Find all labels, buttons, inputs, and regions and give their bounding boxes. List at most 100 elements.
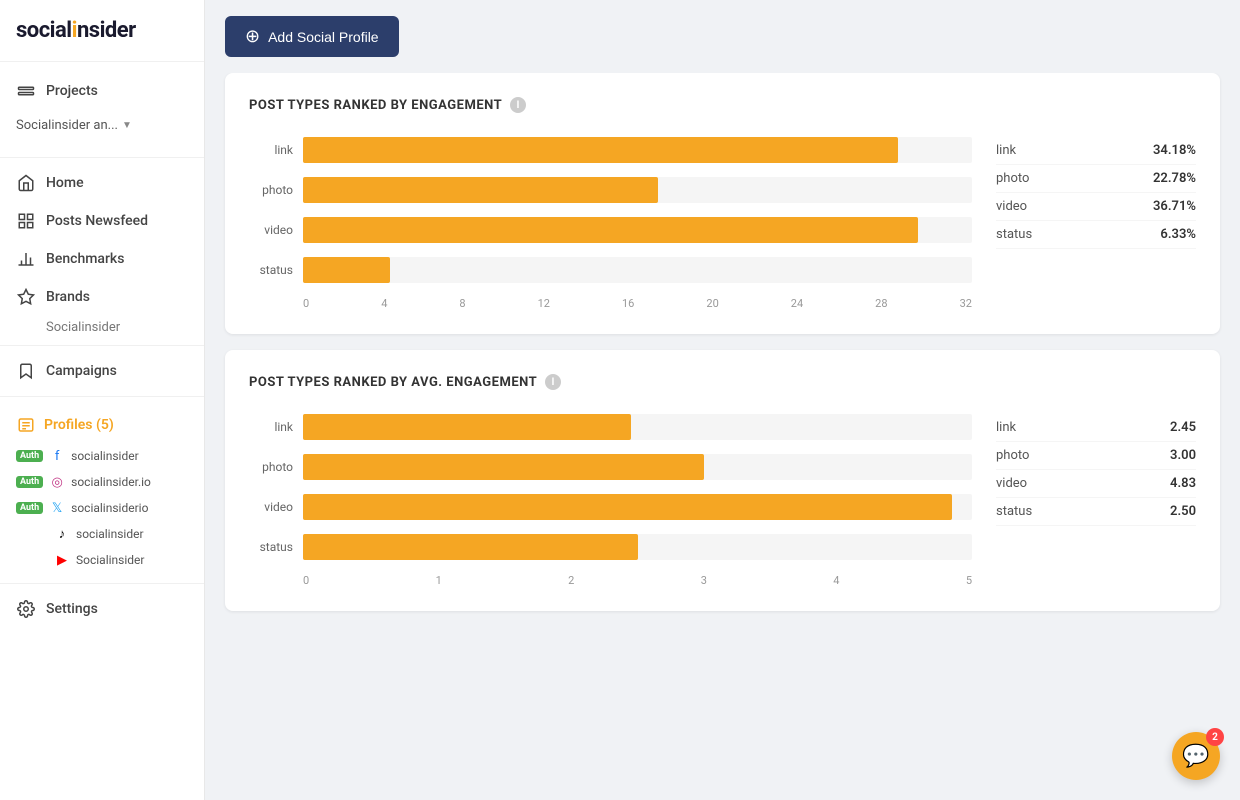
youtube-icon: ▶	[54, 552, 70, 568]
chart-2-area: link photo video	[249, 414, 1196, 587]
auth-badge: Auth	[16, 476, 43, 488]
profile-item-socialinsider-tk[interactable]: ♪ socialinsider	[0, 521, 204, 547]
add-social-profile-button[interactable]: ⊕ Add Social Profile	[225, 16, 399, 57]
axis-tick: 24	[791, 297, 803, 310]
bar-fill	[303, 217, 918, 243]
logo-dot: i	[72, 18, 77, 43]
legend-label: link	[996, 143, 1016, 158]
chart-2-title: POST TYPES RANKED BY AVG. ENGAGEMENT i	[249, 374, 1196, 390]
legend-value: 36.71%	[1153, 199, 1196, 214]
axis-tick: 28	[875, 297, 887, 310]
info-icon-1[interactable]: i	[510, 97, 526, 113]
bar-row-photo-2: photo	[249, 454, 972, 480]
divider-2	[0, 345, 204, 346]
sidebar-item-campaigns-label: Campaigns	[46, 363, 117, 379]
bar-row-link-1: link	[249, 137, 972, 163]
profile-item-socialinsider-fb[interactable]: Auth f socialinsider	[0, 443, 204, 469]
logo-text: socialinsider	[16, 18, 136, 43]
bar-label: photo	[249, 183, 293, 197]
bar-container	[303, 137, 972, 163]
profiles-header[interactable]: Profiles (5)	[0, 407, 204, 443]
legend-label: video	[996, 199, 1027, 214]
chat-icon: 💬	[1182, 744, 1209, 769]
project-selector[interactable]: Socialinsider an... ▼	[0, 110, 204, 141]
axis-tick: 1	[436, 574, 442, 587]
sidebar-item-settings[interactable]: Settings	[0, 590, 204, 628]
bar-row-status-2: status	[249, 534, 972, 560]
axis-tick: 16	[622, 297, 634, 310]
chart-1-legend: link 34.18% photo 22.78% video 36.71% st…	[996, 137, 1196, 249]
add-profile-label: Add Social Profile	[268, 29, 379, 45]
profile-name: socialinsider	[76, 527, 144, 541]
profiles-label: Profiles (5)	[44, 417, 114, 433]
bar-label: video	[249, 223, 293, 237]
info-icon-2[interactable]: i	[545, 374, 561, 390]
sidebar-item-brands-label: Brands	[46, 289, 90, 305]
sidebar-item-projects[interactable]: Projects	[0, 72, 204, 110]
main-content-area: ⊕ Add Social Profile POST TYPES RANKED B…	[205, 0, 1240, 800]
sidebar-item-campaigns[interactable]: Campaigns	[0, 352, 204, 390]
sidebar-item-home[interactable]: Home	[0, 164, 204, 202]
main-header: ⊕ Add Social Profile	[205, 0, 1240, 73]
home-icon	[16, 173, 36, 193]
axis-tick: 20	[706, 297, 718, 310]
sidebar: socialinsider Projects Socialinsider an.…	[0, 0, 205, 800]
bar-chart-icon	[16, 249, 36, 269]
legend-value: 6.33%	[1160, 227, 1196, 242]
bar-fill	[303, 137, 898, 163]
sidebar-item-brands[interactable]: Brands	[0, 278, 204, 316]
bar-fill	[303, 257, 390, 283]
profiles-icon	[16, 415, 36, 435]
bar-fill	[303, 534, 638, 560]
axis-tick: 12	[538, 297, 550, 310]
axis-tick: 4	[381, 297, 387, 310]
legend-row-video: video 4.83	[996, 470, 1196, 498]
legend-label: video	[996, 476, 1027, 491]
sidebar-item-benchmarks[interactable]: Benchmarks	[0, 240, 204, 278]
axis-tick: 4	[833, 574, 839, 587]
bar-row-link-2: link	[249, 414, 972, 440]
axis-tick: 2	[568, 574, 574, 587]
bar-label: link	[249, 143, 293, 157]
bar-chart-2: link photo video	[249, 414, 972, 587]
axis-tick: 5	[966, 574, 972, 587]
legend-row-video: video 36.71%	[996, 193, 1196, 221]
legend-label: status	[996, 227, 1032, 242]
legend-row-link: link 34.18%	[996, 137, 1196, 165]
axis-tick: 32	[960, 297, 972, 310]
divider-3	[0, 396, 204, 397]
legend-label: link	[996, 420, 1016, 435]
legend-row-status: status 6.33%	[996, 221, 1196, 249]
bar-label: photo	[249, 460, 293, 474]
legend-row-link: link 2.45	[996, 414, 1196, 442]
bar-container	[303, 217, 972, 243]
settings-icon	[16, 599, 36, 619]
auth-badge: Auth	[16, 502, 43, 514]
axis-tick: 0	[303, 574, 309, 587]
sidebar-item-posts-newsfeed-label: Posts Newsfeed	[46, 213, 148, 229]
profile-item-socialinsider-ig[interactable]: Auth ◎ socialinsider.io	[0, 469, 204, 495]
bar-label: link	[249, 420, 293, 434]
bar-chart-1: link photo video	[249, 137, 972, 310]
project-name: Socialinsider an...	[16, 118, 118, 133]
bookmark-icon	[16, 361, 36, 381]
legend-value: 3.00	[1170, 448, 1196, 463]
sidebar-item-posts-newsfeed[interactable]: Posts Newsfeed	[0, 202, 204, 240]
legend-label: photo	[996, 171, 1029, 186]
bar-label: status	[249, 263, 293, 277]
bar-fill	[303, 177, 658, 203]
bar-container	[303, 414, 972, 440]
profile-item-socialinsiderio-tw[interactable]: Auth 𝕏 socialinsiderio	[0, 495, 204, 521]
bar-fill	[303, 454, 704, 480]
bar-container	[303, 257, 972, 283]
chart-card-1: POST TYPES RANKED BY ENGAGEMENT i link p…	[225, 73, 1220, 334]
profile-item-socialinsider-yt[interactable]: ▶ Socialinsider	[0, 547, 204, 573]
brands-icon	[16, 287, 36, 307]
bar-container	[303, 177, 972, 203]
legend-value: 4.83	[1170, 476, 1196, 491]
auth-badge: Auth	[16, 450, 43, 462]
sidebar-projects-section: Projects Socialinsider an... ▼	[0, 62, 204, 151]
chat-widget[interactable]: 2 💬	[1172, 732, 1220, 780]
legend-value: 22.78%	[1153, 171, 1196, 186]
chevron-down-icon: ▼	[122, 120, 132, 131]
